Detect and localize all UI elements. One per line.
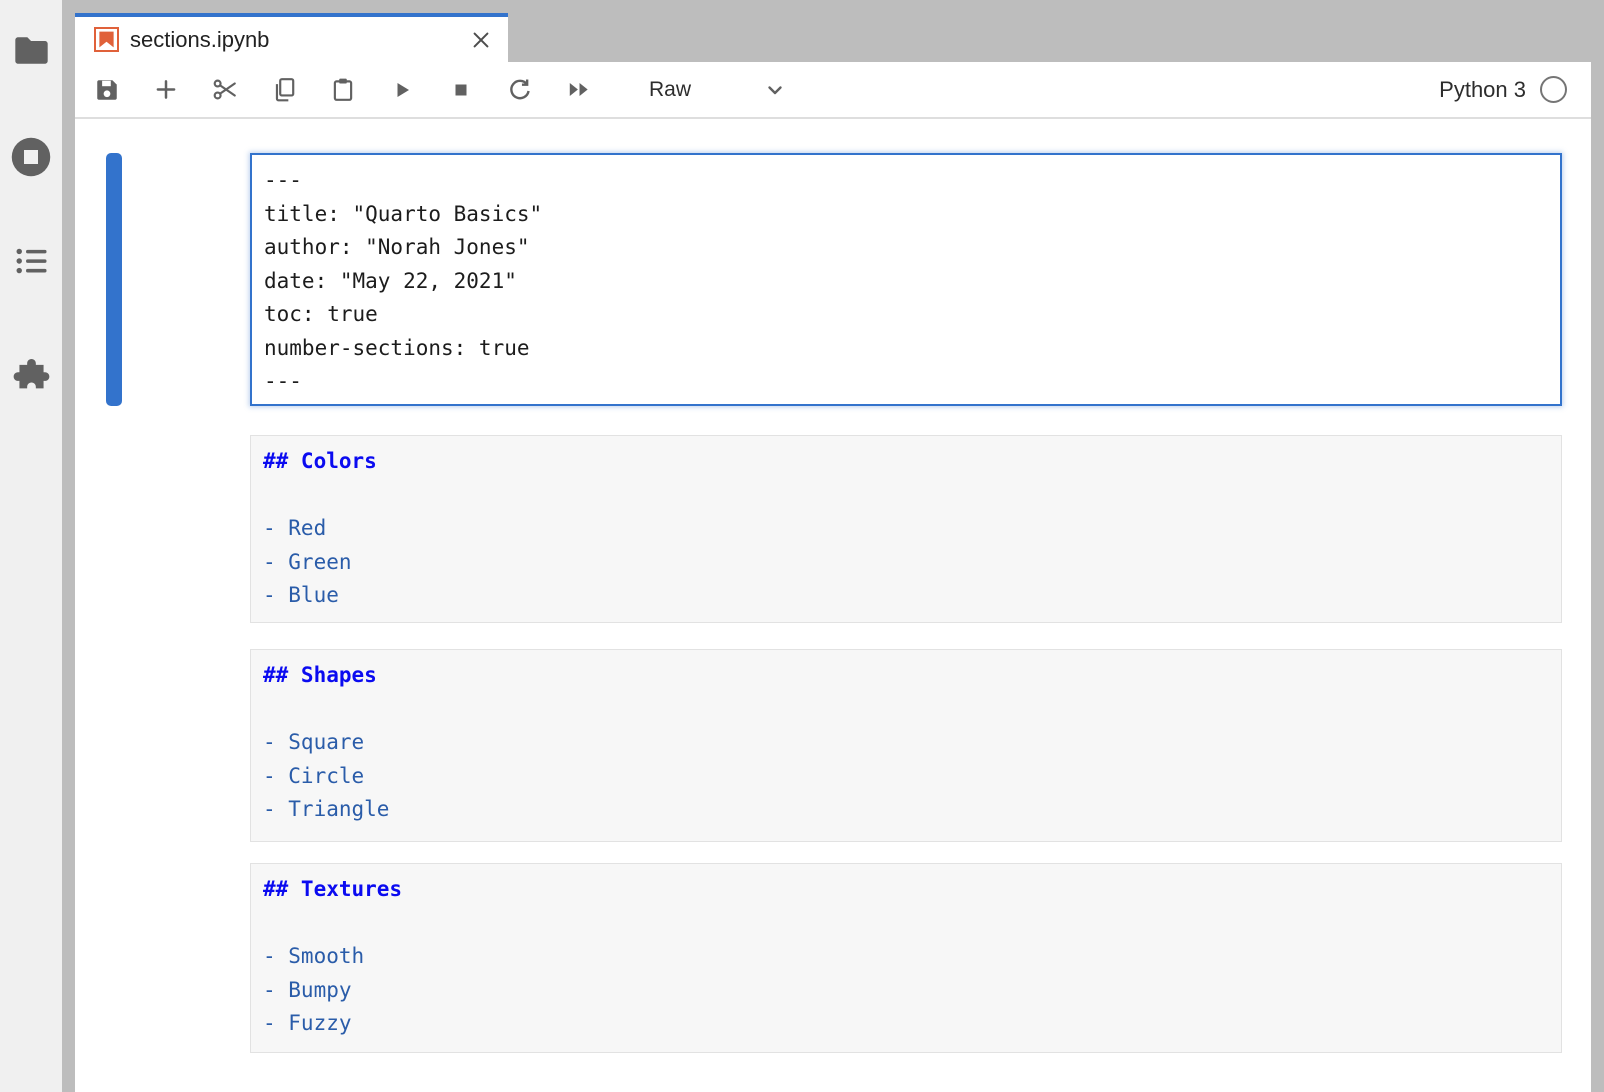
cut-cells-button[interactable]	[212, 77, 238, 103]
md-list-item: - Green	[263, 546, 1549, 580]
fast-forward-icon	[566, 76, 592, 103]
sidebar-item-running[interactable]	[0, 136, 62, 178]
code-line: date: "May 22, 2021"	[264, 265, 1548, 299]
window-right-edge	[1591, 62, 1604, 1092]
refresh-icon	[507, 76, 533, 103]
notebook-toolbar: Raw Python 3	[75, 62, 1591, 119]
copy-cells-button[interactable]	[271, 77, 297, 103]
sidebar-item-file-browser[interactable]	[0, 35, 62, 66]
md-list-item: - Smooth	[263, 940, 1549, 974]
md-list-item: - Red	[263, 512, 1549, 546]
markdown-cell-textures[interactable]: ## Textures - Smooth - Bumpy - Fuzzy	[250, 863, 1562, 1053]
copy-icon	[271, 76, 297, 103]
code-line: ---	[264, 365, 1548, 399]
md-list-item: - Square	[263, 726, 1549, 760]
kernel-status-icon[interactable]	[1540, 76, 1567, 103]
activity-bar	[0, 0, 62, 1092]
md-list-item: - Circle	[263, 760, 1549, 794]
cell-type-value: Raw	[649, 78, 691, 102]
blank-line	[263, 693, 1549, 727]
code-line: toc: true	[264, 298, 1548, 332]
save-button[interactable]	[94, 77, 120, 103]
restart-run-all-button[interactable]	[566, 77, 592, 103]
chevron-down-icon	[763, 78, 787, 102]
play-icon	[390, 78, 414, 102]
list-icon	[15, 246, 48, 276]
restart-kernel-button[interactable]	[507, 77, 533, 103]
sidebar-item-toc[interactable]	[0, 246, 62, 276]
paste-cells-button[interactable]	[330, 77, 356, 103]
code-line: title: "Quarto Basics"	[264, 198, 1548, 232]
cell-type-dropdown[interactable]: Raw	[649, 78, 787, 102]
close-icon[interactable]	[468, 27, 494, 53]
raw-cell-frontmatter[interactable]: --- title: "Quarto Basics" author: "Nora…	[250, 153, 1562, 406]
code-line: number-sections: true	[264, 332, 1548, 366]
md-list-item: - Blue	[263, 579, 1549, 613]
md-header-line: ## Textures	[263, 873, 1549, 907]
run-cell-button[interactable]	[389, 77, 415, 103]
insert-cell-button[interactable]	[153, 77, 179, 103]
code-line: author: "Norah Jones"	[264, 231, 1548, 265]
tab-title: sections.ipynb	[130, 27, 468, 53]
stop-icon	[449, 78, 473, 102]
md-list-item: - Fuzzy	[263, 1007, 1549, 1041]
folder-icon	[13, 35, 50, 66]
blank-line	[263, 479, 1549, 513]
sidebar-divider	[62, 0, 75, 1092]
plus-icon	[153, 76, 179, 103]
active-cell-collapser[interactable]	[106, 153, 122, 406]
interrupt-kernel-button[interactable]	[448, 77, 474, 103]
markdown-cell-colors[interactable]: ## Colors - Red - Green - Blue	[250, 435, 1562, 623]
notebook-icon	[94, 27, 119, 52]
puzzle-icon	[12, 356, 51, 393]
scissors-icon	[212, 75, 238, 104]
sidebar-item-extensions[interactable]	[0, 356, 62, 393]
tab-bar: sections.ipynb	[75, 0, 1604, 62]
md-header-line: ## Colors	[263, 445, 1549, 479]
markdown-cell-shapes[interactable]: ## Shapes - Square - Circle - Triangle	[250, 649, 1562, 842]
clipboard-icon	[330, 76, 356, 103]
code-line: ---	[264, 164, 1548, 198]
md-header-line: ## Shapes	[263, 659, 1549, 693]
md-list-item: - Triangle	[263, 793, 1549, 827]
tab-sections-ipynb[interactable]: sections.ipynb	[75, 13, 508, 62]
kernel-name[interactable]: Python 3	[1439, 77, 1526, 103]
stop-circle-icon	[10, 136, 52, 178]
floppy-icon	[94, 77, 120, 103]
md-list-item: - Bumpy	[263, 974, 1549, 1008]
blank-line	[263, 907, 1549, 941]
